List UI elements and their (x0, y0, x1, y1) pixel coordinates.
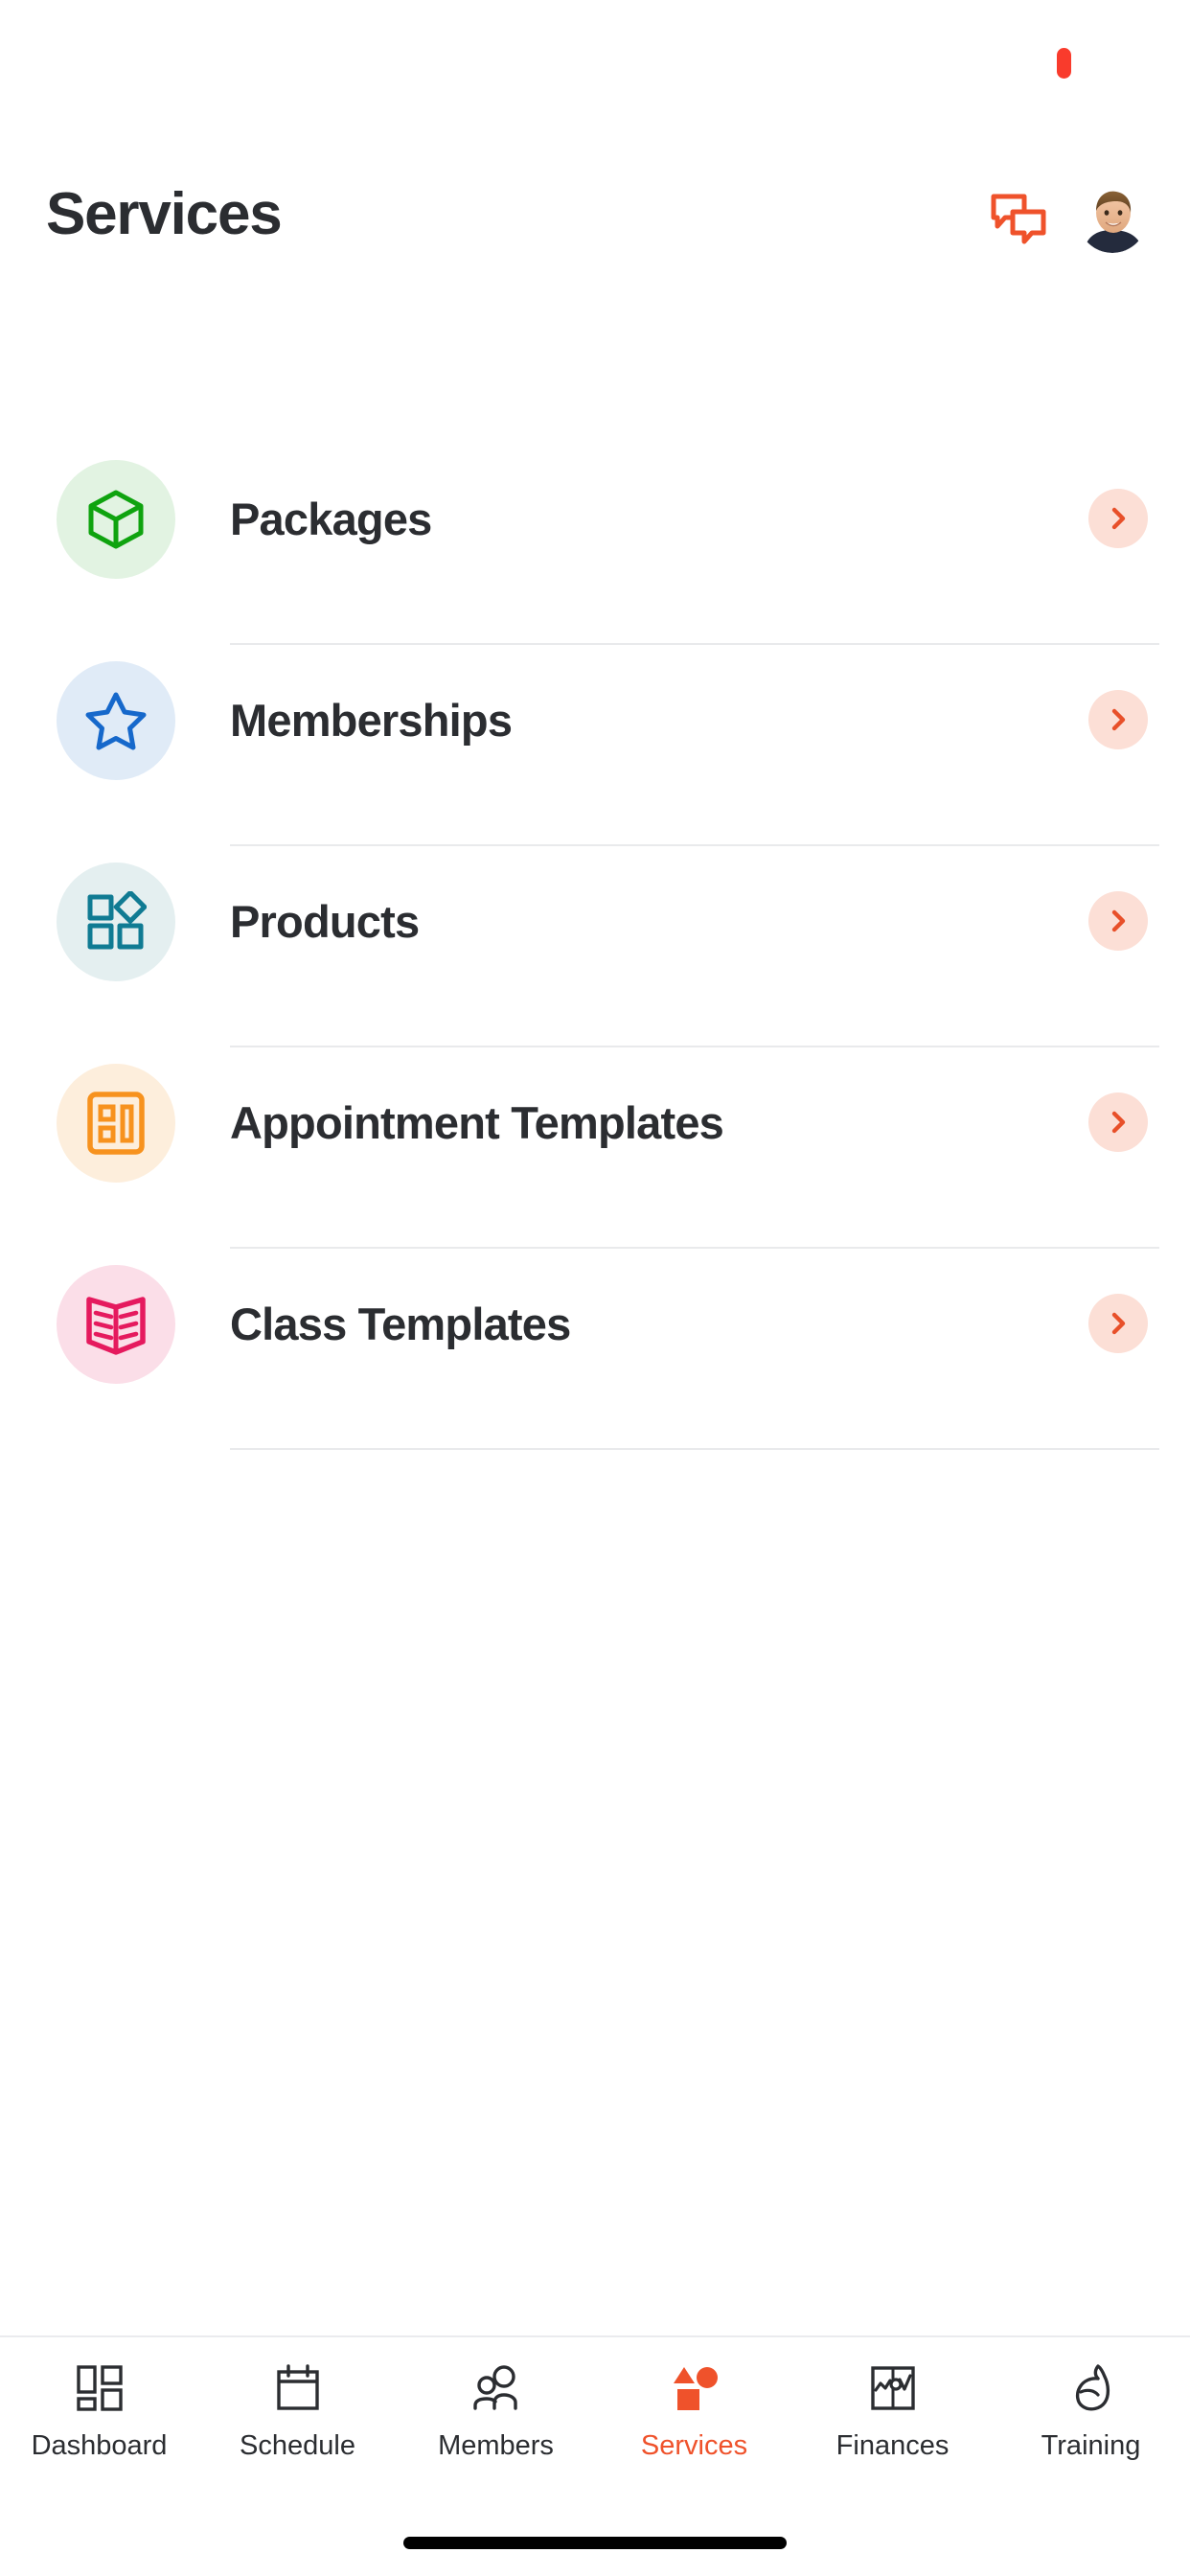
chart-box-icon (868, 2360, 918, 2416)
avatar[interactable] (1078, 184, 1147, 253)
nav-item-label: Training (1041, 2430, 1141, 2461)
list-item-label: Memberships (230, 695, 513, 746)
page-header: Services (0, 178, 1190, 303)
status-bar (0, 0, 1190, 126)
nav-item-label: Services (640, 2430, 748, 2461)
chevron-right-icon[interactable] (1088, 891, 1148, 951)
list-item-appointment-templates[interactable]: Appointment Templates (0, 1047, 1190, 1249)
bottom-navigation: Dashboard Schedule Members Services Fina… (0, 2335, 1190, 2488)
nav-item-training[interactable]: Training (992, 2337, 1190, 2488)
chevron-right-icon[interactable] (1088, 1294, 1148, 1353)
people-icon (470, 2360, 522, 2416)
nav-item-services[interactable]: Services (595, 2337, 793, 2488)
services-list: Packages Memberships Products Appointmen… (0, 444, 1190, 1450)
nav-item-finances[interactable]: Finances (793, 2337, 992, 2488)
open-book-icon (57, 1265, 175, 1384)
nav-item-dashboard[interactable]: Dashboard (0, 2337, 198, 2488)
app-screen: Services Packages Memberships Products A… (0, 0, 1190, 2576)
page-title: Services (46, 181, 283, 247)
list-item-label: Class Templates (230, 1299, 571, 1349)
home-indicator[interactable] (403, 2537, 787, 2549)
shapes-grid-icon (57, 862, 175, 981)
nav-item-members[interactable]: Members (397, 2337, 595, 2488)
list-item-label: Packages (230, 494, 432, 544)
list-item-label: Appointment Templates (230, 1097, 724, 1148)
nav-item-label: Schedule (240, 2430, 355, 2461)
appointment-card-icon (57, 1064, 175, 1183)
chevron-right-icon[interactable] (1088, 690, 1148, 749)
cube-icon (57, 460, 175, 579)
calendar-icon (273, 2360, 323, 2416)
grid-dashboard-icon (75, 2360, 125, 2416)
star-icon (57, 661, 175, 780)
chat-bubbles-icon[interactable] (988, 188, 1049, 249)
nav-item-label: Dashboard (31, 2430, 168, 2461)
shapes-icon (669, 2360, 721, 2416)
list-item-class-templates[interactable]: Class Templates (0, 1249, 1190, 1450)
list-divider (230, 1448, 1159, 1450)
list-item-memberships[interactable]: Memberships (0, 645, 1190, 846)
nav-item-label: Finances (835, 2430, 950, 2461)
chevron-right-icon[interactable] (1088, 489, 1148, 548)
biceps-icon (1066, 2360, 1116, 2416)
list-item-packages[interactable]: Packages (0, 444, 1190, 645)
recording-indicator-icon (1057, 48, 1071, 79)
header-actions (988, 184, 1147, 253)
list-item-label: Products (230, 896, 420, 947)
chevron-right-icon[interactable] (1088, 1092, 1148, 1152)
nav-item-schedule[interactable]: Schedule (198, 2337, 397, 2488)
nav-item-label: Members (438, 2430, 554, 2461)
list-item-products[interactable]: Products (0, 846, 1190, 1047)
